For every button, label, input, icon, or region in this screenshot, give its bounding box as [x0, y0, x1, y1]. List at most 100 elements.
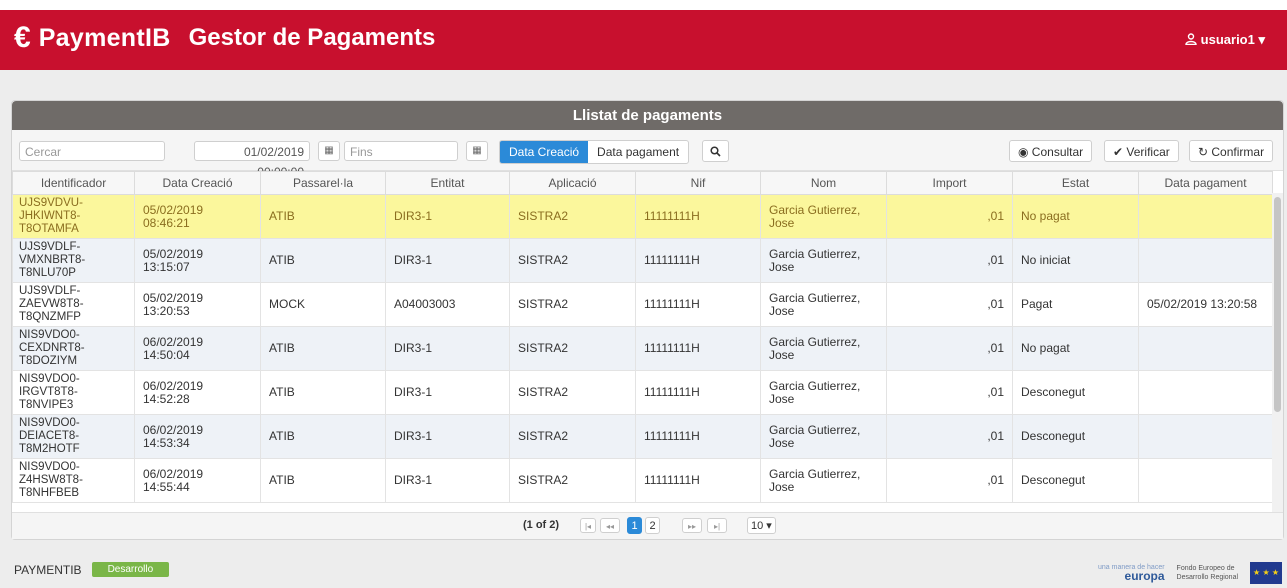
page-button-1[interactable]: 1	[627, 517, 642, 534]
filter-toolbar: Cercar 01/02/2019 00:00:00 ▦ Fins ▦ Data…	[12, 130, 1283, 179]
cell-name: Garcia Gutierrez, Jose	[760, 326, 887, 371]
scrollbar-thumb[interactable]	[1274, 197, 1281, 412]
user-menu[interactable]: usuario1 ▾	[1184, 32, 1265, 48]
confirm-button[interactable]: ↻ Confirmar	[1189, 140, 1274, 162]
cell-entity: DIR3-1	[385, 370, 510, 415]
top-strip	[0, 0, 1287, 10]
cell-entity: A04003003	[385, 282, 510, 327]
fund-line-2: Desarrollo Regional	[1176, 574, 1239, 581]
cell-identifier: UJS9VDLF-ZAEVW8T8-T8QNZMFP	[12, 282, 135, 327]
search-button[interactable]	[702, 140, 729, 162]
cell-application: SISTRA2	[509, 414, 636, 459]
column-header[interactable]: Identificador	[12, 171, 135, 195]
date-type-creation[interactable]: Data Creació	[500, 141, 589, 163]
eu-funding-logos: una manera de hacer europa Fondo Europeo…	[1098, 562, 1283, 584]
date-from-calendar-icon[interactable]: ▦	[318, 141, 340, 161]
cell-status: Pagat	[1012, 282, 1139, 327]
next-page-icon[interactable]: ▸▸	[682, 518, 702, 533]
cell-application: SISTRA2	[509, 194, 636, 239]
table-scrollbar[interactable]	[1272, 193, 1283, 512]
cell-name: Garcia Gutierrez, Jose	[760, 370, 887, 415]
cell-name: Garcia Gutierrez, Jose	[760, 414, 887, 459]
app-name: PaymentIB	[38, 24, 171, 52]
eu-flag-icon: ★ ★ ★	[1250, 562, 1283, 584]
column-header[interactable]: Passarel·la	[260, 171, 386, 195]
cell-status: No iniciat	[1012, 238, 1139, 283]
cell-entity: DIR3-1	[385, 238, 510, 283]
cell-identifier: NIS9VDO0-DEIACET8-T8M2HOTF	[12, 414, 135, 459]
cell-payment-date	[1138, 458, 1273, 503]
cell-gateway: ATIB	[260, 458, 386, 503]
payments-table: Identificador Data Creació Passarel·la E…	[12, 171, 1273, 503]
date-type-payment[interactable]: Data pagament	[588, 141, 688, 163]
cell-identifier: UJS9VDLF-VMXNBRT8-T8NLU70P	[12, 238, 135, 283]
column-header[interactable]: Data pagament	[1138, 171, 1273, 195]
column-header[interactable]: Estat	[1012, 171, 1139, 195]
person-icon	[1184, 32, 1197, 48]
payments-panel: Llistat de pagaments Cercar 01/02/2019 0…	[11, 100, 1284, 540]
cell-identifier: NIS9VDO0-IRGVT8T8-T8NVIPE3	[12, 370, 135, 415]
table-row[interactable]: NIS9VDO0-CEXDNRT8-T8DOZIYM 06/02/2019 14:…	[12, 326, 1273, 371]
last-page-icon[interactable]: ▸|	[707, 518, 727, 533]
search-input[interactable]: Cercar	[19, 141, 165, 161]
cell-nif: 11111111H	[635, 194, 761, 239]
date-type-toggle: Data Creació Data pagament	[499, 140, 690, 164]
date-to-input[interactable]: Fins	[344, 141, 458, 161]
footer-app-info: PAYMENTIB Desarrollo	[14, 562, 170, 577]
table-row[interactable]: NIS9VDO0-IRGVT8T8-T8NVIPE3 06/02/2019 14:…	[12, 370, 1273, 415]
cell-gateway: ATIB	[260, 414, 386, 459]
cell-name: Garcia Gutierrez, Jose	[760, 282, 887, 327]
fund-line-1: Fondo Europeo de	[1176, 565, 1235, 572]
cell-payment-date	[1138, 370, 1273, 415]
footer-app-label: PAYMENTIB	[14, 562, 82, 577]
cell-created: 06/02/2019 14:55:44	[134, 458, 261, 503]
column-header[interactable]: Nom	[760, 171, 887, 195]
payments-table-wrap: Identificador Data Creació Passarel·la E…	[12, 171, 1283, 512]
cell-amount: ,01	[886, 370, 1013, 415]
column-header[interactable]: Aplicació	[509, 171, 636, 195]
table-row[interactable]: NIS9VDO0-Z4HSW8T8-T8NHFBEB 06/02/2019 14:…	[12, 458, 1273, 503]
prev-page-icon[interactable]: ◂◂	[600, 518, 620, 533]
brand[interactable]: € PaymentIB Gestor de Pagaments	[14, 23, 435, 53]
column-header[interactable]: Nif	[635, 171, 761, 195]
cell-created: 05/02/2019 08:46:21	[134, 194, 261, 239]
cell-payment-date: 05/02/2019 13:20:58	[1138, 282, 1273, 327]
cell-amount: ,01	[886, 282, 1013, 327]
search-icon	[710, 146, 721, 157]
consult-button[interactable]: ◉ Consultar	[1009, 140, 1093, 162]
cell-entity: DIR3-1	[385, 458, 510, 503]
cell-nif: 11111111H	[635, 414, 761, 459]
table-header-row: Identificador Data Creació Passarel·la E…	[12, 171, 1273, 195]
first-page-icon[interactable]: |◂	[580, 518, 596, 533]
cell-gateway: ATIB	[260, 326, 386, 371]
table-row[interactable]: UJS9VDLF-ZAEVW8T8-T8QNZMFP 05/02/2019 13:…	[12, 282, 1273, 327]
cell-application: SISTRA2	[509, 458, 636, 503]
verify-button[interactable]: ✔ Verificar	[1104, 140, 1179, 162]
cell-nif: 11111111H	[635, 282, 761, 327]
cell-status: Desconegut	[1012, 414, 1139, 459]
date-from-input[interactable]: 01/02/2019 00:00:00	[194, 141, 310, 179]
rows-per-page-select[interactable]: 10 ▾	[747, 517, 776, 534]
cell-status: Desconegut	[1012, 370, 1139, 415]
environment-badge: Desarrollo	[91, 562, 170, 577]
user-name: usuario1 ▾	[1200, 32, 1265, 47]
table-row[interactable]: UJS9VDLF-VMXNBRT8-T8NLU70P 05/02/2019 13:…	[12, 238, 1273, 283]
date-to-calendar-icon[interactable]: ▦	[466, 141, 488, 161]
cell-created: 05/02/2019 13:15:07	[134, 238, 261, 283]
page-button-2[interactable]: 2	[645, 517, 660, 534]
cell-name: Garcia Gutierrez, Jose	[760, 238, 887, 283]
column-header[interactable]: Import	[886, 171, 1013, 195]
cell-amount: ,01	[886, 414, 1013, 459]
cell-amount: ,01	[886, 194, 1013, 239]
feder-logo-text: Fondo Europeo de Desarrollo Regional	[1177, 564, 1238, 582]
cell-gateway: ATIB	[260, 238, 386, 283]
column-header[interactable]: Data Creació	[134, 171, 261, 195]
table-row[interactable]: NIS9VDO0-DEIACET8-T8M2HOTF 06/02/2019 14:…	[12, 414, 1273, 459]
cell-identifier: NIS9VDO0-Z4HSW8T8-T8NHFBEB	[12, 458, 135, 503]
cell-application: SISTRA2	[509, 326, 636, 371]
app-header: € PaymentIB Gestor de Pagaments usuario1…	[0, 10, 1287, 70]
cell-application: SISTRA2	[509, 238, 636, 283]
cell-payment-date	[1138, 326, 1273, 371]
table-row[interactable]: UJS9VDVU-JHKIWNT8-T8OTAMFA 05/02/2019 08:…	[12, 194, 1273, 239]
column-header[interactable]: Entitat	[385, 171, 510, 195]
